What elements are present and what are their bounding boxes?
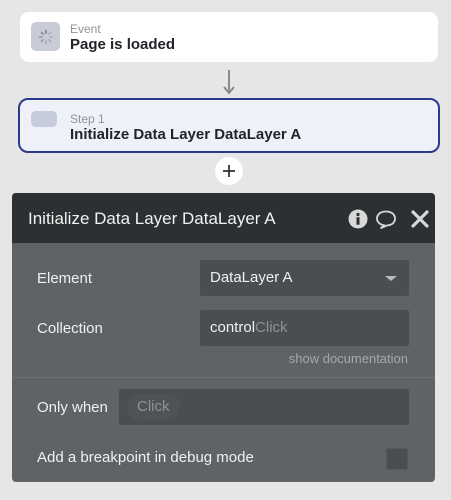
- action-property-panel: Initialize Data Layer DataLayer A Elemen…: [12, 193, 435, 482]
- collection-value: control: [210, 319, 256, 336]
- show-documentation-link[interactable]: show documentation: [289, 351, 408, 366]
- divider: [12, 377, 435, 378]
- step-title: Initialize Data Layer DataLayer A: [70, 126, 302, 143]
- comment-icon[interactable]: [375, 208, 397, 230]
- loading-spinner-icon: [31, 22, 60, 51]
- collection-input[interactable]: controlClick: [200, 310, 409, 346]
- only-when-input[interactable]: Click: [119, 389, 409, 425]
- arrow-down-icon: [223, 70, 235, 95]
- breakpoint-label: Add a breakpoint in debug mode: [37, 449, 254, 466]
- event-label: Event: [70, 22, 101, 36]
- step-badge: [31, 111, 57, 127]
- panel-title: Initialize Data Layer DataLayer A: [28, 209, 276, 228]
- event-title: Page is loaded: [70, 36, 176, 53]
- step-label: Step 1: [70, 112, 105, 126]
- collection-placeholder: Click: [255, 319, 288, 336]
- breakpoint-checkbox[interactable]: [386, 448, 408, 470]
- chevron-down-icon: [385, 276, 397, 281]
- plus-icon: [223, 165, 235, 177]
- only-when-placeholder: Click: [127, 394, 180, 420]
- collection-label: Collection: [37, 320, 103, 337]
- event-card[interactable]: Event Page is loaded: [20, 12, 438, 62]
- element-value: DataLayer A: [210, 269, 293, 286]
- close-icon[interactable]: [409, 208, 431, 230]
- element-dropdown[interactable]: DataLayer A: [200, 260, 409, 296]
- element-label: Element: [37, 270, 93, 287]
- only-when-label: Only when: [37, 399, 108, 416]
- step-card[interactable]: Step 1 Initialize Data Layer DataLayer A: [18, 98, 440, 153]
- panel-header: Initialize Data Layer DataLayer A: [12, 193, 435, 243]
- add-step-button[interactable]: [215, 157, 243, 185]
- info-icon[interactable]: [347, 208, 369, 230]
